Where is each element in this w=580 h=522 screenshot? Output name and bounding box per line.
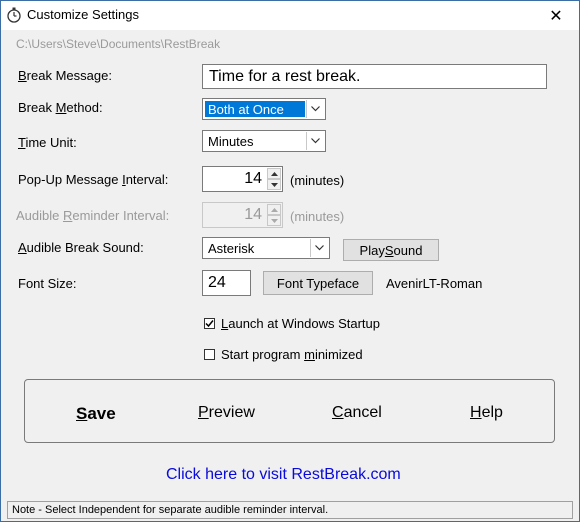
window-title: Customize Settings [27, 7, 139, 22]
play-sound-button[interactable]: Play Sound [343, 239, 439, 261]
spin-up-icon[interactable] [267, 168, 281, 179]
customize-settings-window: Customize Settings ✕ C:\Users\Steve\Docu… [0, 0, 580, 522]
spin-down-icon[interactable] [267, 179, 281, 190]
preview-button[interactable]: Preview [198, 404, 255, 422]
close-button[interactable]: ✕ [533, 1, 579, 30]
cancel-button[interactable]: Cancel [332, 404, 382, 422]
break-sound-select[interactable]: Asterisk [202, 237, 330, 259]
checkbox-box[interactable] [204, 318, 215, 329]
audible-break-sound-label: Audible Break Sound: [18, 240, 144, 255]
close-icon: ✕ [549, 7, 563, 25]
save-button[interactable]: Save [76, 404, 116, 424]
break-sound-value: Asterisk [208, 241, 255, 256]
break-message-input[interactable]: Time for a rest break. [202, 64, 547, 89]
time-unit-select[interactable]: Minutes [202, 130, 326, 152]
audible-reminder-interval-label: Audible Reminder Interval: [16, 208, 170, 223]
title-bar: Customize Settings ✕ [1, 1, 579, 30]
start-minimized-checkbox[interactable]: Start program minimized [204, 347, 363, 362]
font-typeface-name: AvenirLT-Roman [386, 276, 483, 291]
break-message-label: Break Message: [18, 68, 112, 83]
spin-up-icon [267, 204, 281, 215]
font-typeface-button[interactable]: Font Typeface [263, 271, 373, 295]
start-minimized-label: Start program minimized [221, 347, 363, 362]
popup-interval-unit: (minutes) [290, 173, 345, 188]
launch-startup-label: Launch at Windows Startup [221, 316, 380, 331]
time-unit-label: Time Unit: [18, 135, 77, 150]
font-size-label: Font Size: [18, 276, 77, 291]
font-size-input[interactable]: 24 [202, 270, 251, 296]
restbreak-website-link[interactable]: Click here to visit RestBreak.com [166, 466, 401, 484]
audible-interval-value: 14 [244, 206, 262, 223]
settings-path: C:\Users\Steve\Documents\RestBreak [16, 37, 221, 51]
status-bar: Note - Select Independent for separate a… [7, 501, 573, 519]
help-button[interactable]: Help [470, 404, 503, 422]
spin-down-icon [267, 215, 281, 226]
stopwatch-icon [6, 7, 22, 23]
break-method-value: Both at Once [208, 102, 284, 117]
break-method-select[interactable]: Both at Once [202, 98, 326, 120]
launch-startup-checkbox[interactable]: Launch at Windows Startup [204, 316, 380, 331]
popup-interval-label: Pop-Up Message Interval: [18, 172, 169, 187]
break-method-label: Break Method: [18, 100, 103, 115]
check-icon [205, 320, 214, 328]
chevron-down-icon [306, 100, 324, 118]
chevron-down-icon [310, 239, 328, 257]
audible-interval-unit: (minutes) [290, 209, 345, 224]
popup-interval-value: 14 [244, 170, 262, 187]
time-unit-value: Minutes [208, 134, 254, 149]
checkbox-box[interactable] [204, 349, 215, 360]
popup-interval-stepper[interactable]: 14 [202, 166, 283, 192]
chevron-down-icon [306, 132, 324, 150]
audible-interval-stepper: 14 [202, 202, 283, 228]
